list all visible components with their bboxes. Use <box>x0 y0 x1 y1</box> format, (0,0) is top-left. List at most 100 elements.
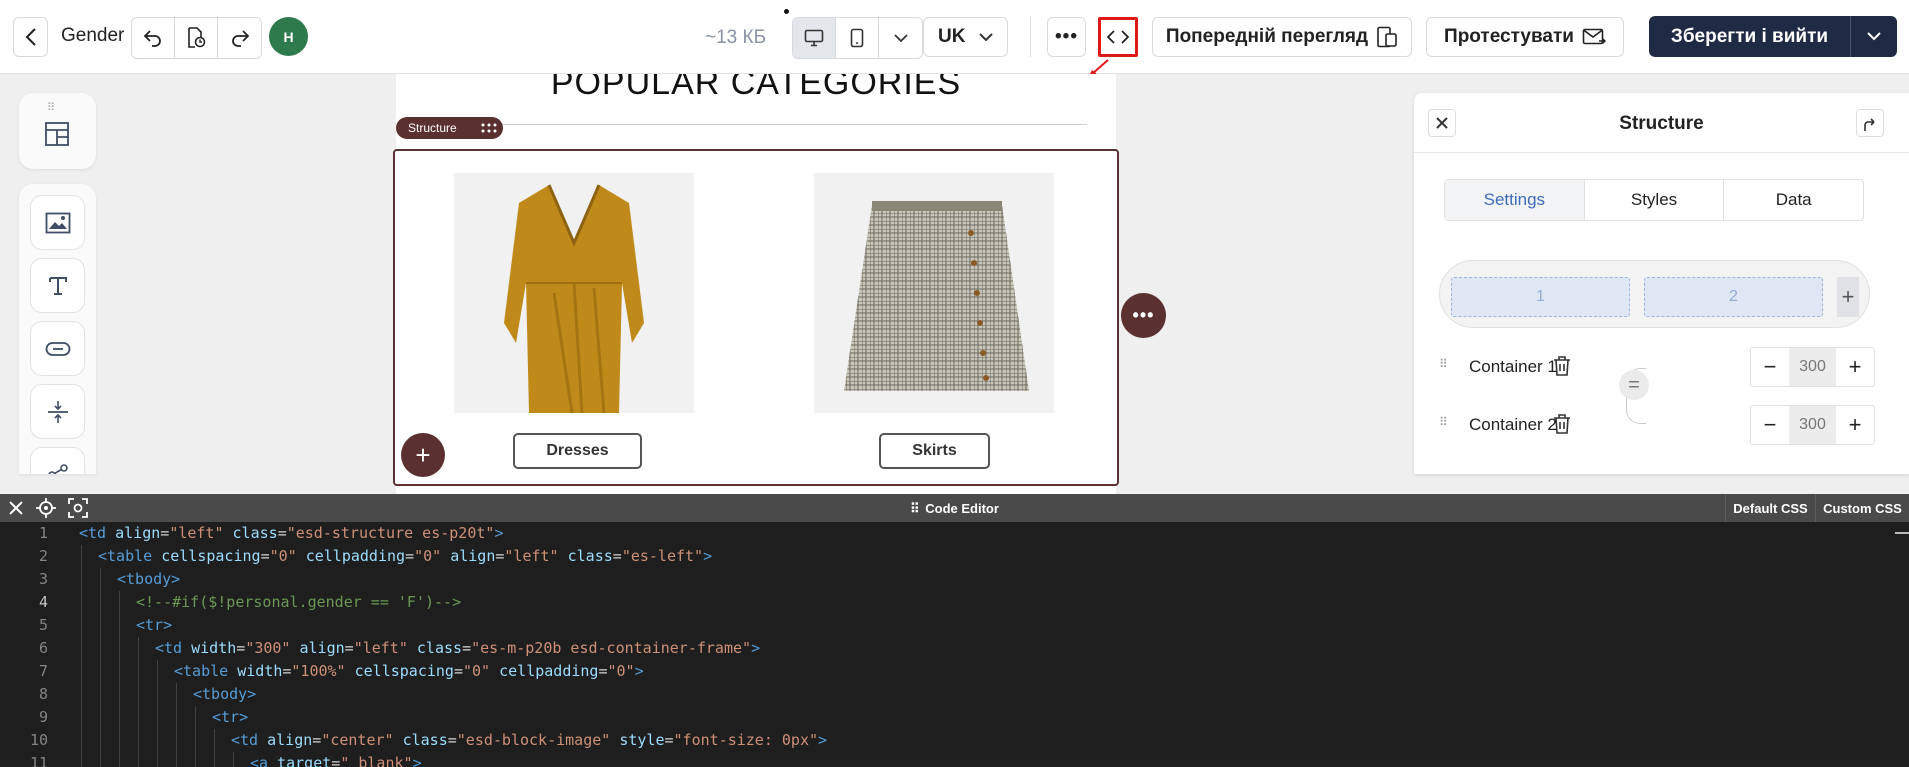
link-widths-icon[interactable]: = <box>1619 370 1649 400</box>
tab-styles[interactable]: Styles <box>1585 180 1725 220</box>
panel-tabs: Settings Styles Data <box>1444 179 1864 221</box>
drag-handle-icon[interactable]: ⠿ <box>1439 415 1449 429</box>
tab-data[interactable]: Data <box>1724 180 1863 220</box>
container-width-value[interactable]: 300 <box>1789 406 1836 444</box>
redo-button[interactable] <box>218 18 261 58</box>
indent-guide <box>214 752 215 767</box>
decrease-width-button[interactable]: − <box>1751 348 1789 386</box>
drag-handle-icon[interactable]: ⠿ <box>47 101 56 114</box>
code-editor[interactable]: 1 <td align="left" class="esd-structure e… <box>0 522 1909 767</box>
spacer-block-tool[interactable] <box>30 384 85 439</box>
code-line[interactable]: 7 <table width="100%" cellspacing="0" cel… <box>0 660 1909 683</box>
code-line[interactable]: 11 <a target="_blank"> <box>0 752 1909 767</box>
desktop-view-button[interactable] <box>793 18 836 58</box>
column-1[interactable]: 1 <box>1451 277 1630 317</box>
column-2[interactable]: 2 <box>1644 277 1823 317</box>
trash-icon[interactable] <box>1552 413 1572 435</box>
user-avatar[interactable]: H <box>269 17 308 56</box>
tab-settings[interactable]: Settings <box>1445 180 1585 220</box>
indent-guide <box>81 614 82 637</box>
container-row-2: ⠿ Container 2 − 300 + <box>1439 405 1879 445</box>
code-text: <table cellspacing="0" cellpadding="0" a… <box>98 547 713 565</box>
section-heading[interactable]: POPULAR CATEGORIES <box>396 74 1116 98</box>
structure-block[interactable]: Dresses Skirts + <box>393 149 1119 486</box>
add-column-button[interactable]: + <box>1837 277 1859 317</box>
increase-width-button[interactable]: + <box>1836 348 1874 386</box>
code-line[interactable]: 10 <td align="center" class="esd-block-im… <box>0 729 1909 752</box>
line-number: 6 <box>38 639 48 657</box>
tab-custom-css[interactable]: Custom CSS <box>1815 494 1909 522</box>
code-line[interactable]: 3 <tbody> <box>0 568 1909 591</box>
code-editor-button[interactable] <box>1098 17 1138 57</box>
code-line[interactable]: 8 <tbody> <box>0 683 1909 706</box>
back-button[interactable] <box>13 17 48 57</box>
save-and-exit-button[interactable]: Зберегти і вийти <box>1649 16 1851 57</box>
image-icon <box>45 212 70 233</box>
product-image-dress[interactable] <box>454 173 694 413</box>
indent-guide <box>138 706 139 729</box>
code-editor-title[interactable]: ⠿ Code Editor <box>0 501 1909 517</box>
indent-guide <box>81 706 82 729</box>
container-label: Container 1 <box>1469 357 1557 376</box>
container-width-value[interactable]: 300 <box>1789 348 1836 386</box>
category-button-dresses[interactable]: Dresses <box>513 433 642 469</box>
drag-handle-icon[interactable] <box>481 123 497 133</box>
structure-badge[interactable]: Structure <box>396 117 503 139</box>
mobile-view-button[interactable] <box>836 18 879 58</box>
code-line[interactable]: 9 <tr> <box>0 706 1909 729</box>
send-test-button[interactable]: Протестувати <box>1426 17 1624 57</box>
structure-badge-label: Structure <box>408 121 457 135</box>
add-block-button[interactable]: + <box>401 433 445 477</box>
code-text: <td align="left" class="esd-structure es… <box>79 524 504 542</box>
version-history-button[interactable] <box>175 18 218 58</box>
increase-width-button[interactable]: + <box>1836 406 1874 444</box>
preview-button[interactable]: Попередній перегляд <box>1152 17 1412 57</box>
undo-button[interactable] <box>132 18 175 58</box>
structures-icon[interactable] <box>44 121 70 147</box>
select-parent-button[interactable] <box>1856 109 1884 137</box>
editor-scrollbar[interactable] <box>1895 532 1909 534</box>
divider-line <box>501 124 1087 125</box>
dress-image <box>454 173 694 413</box>
image-block-tool[interactable] <box>30 195 85 250</box>
text-block-tool[interactable] <box>30 258 85 313</box>
indent-guide <box>138 729 139 752</box>
template-title: Gender <box>61 25 125 46</box>
language-select[interactable]: UK <box>923 17 1008 57</box>
line-number: 1 <box>38 524 48 542</box>
layout-blocks-panel: ⠿ <box>19 93 96 169</box>
code-text: <tbody> <box>193 685 257 703</box>
line-number: 2 <box>38 547 48 565</box>
more-options-button[interactable]: ••• <box>1047 17 1086 57</box>
code-line[interactable]: 1 <td align="left" class="esd-structure e… <box>0 522 1909 545</box>
trash-icon[interactable] <box>1552 355 1572 377</box>
code-line[interactable]: 2 <table cellspacing="0" cellpadding="0" … <box>0 545 1909 568</box>
code-line[interactable]: 5 <tr> <box>0 614 1909 637</box>
indent-guide <box>157 683 158 706</box>
code-text: <a target="_blank"> <box>250 754 422 767</box>
drag-handle-icon[interactable]: ⠿ <box>1439 357 1449 371</box>
button-icon <box>45 341 70 356</box>
content-blocks-panel <box>19 184 96 474</box>
code-line[interactable]: 4 <!--#if($!personal.gender == 'F')--> <box>0 591 1909 614</box>
structure-actions-button[interactable]: ••• <box>1121 293 1166 338</box>
indent-guide <box>157 660 158 683</box>
code-text: <tr> <box>136 616 173 634</box>
indent-guide <box>119 637 120 660</box>
indent-guide <box>176 729 177 752</box>
save-options-button[interactable] <box>1851 16 1897 57</box>
code-line[interactable]: 6 <td width="300" align="left" class="es-… <box>0 637 1909 660</box>
drag-handle-icon[interactable]: ⠿ <box>910 501 925 516</box>
social-block-tool[interactable] <box>30 447 85 474</box>
structure-settings-panel: Structure Settings Styles Data 1 2 + ⠿ C… <box>1414 93 1909 474</box>
category-button-skirts[interactable]: Skirts <box>879 433 990 469</box>
code-text: <tr> <box>212 708 249 726</box>
indent-guide <box>233 752 234 767</box>
send-mail-icon <box>1582 28 1606 45</box>
button-block-tool[interactable] <box>30 321 85 376</box>
decrease-width-button[interactable]: − <box>1751 406 1789 444</box>
indent-guide <box>119 683 120 706</box>
device-dropdown-button[interactable] <box>879 18 922 58</box>
product-image-skirt[interactable] <box>814 173 1054 413</box>
tab-default-css[interactable]: Default CSS <box>1725 494 1815 522</box>
